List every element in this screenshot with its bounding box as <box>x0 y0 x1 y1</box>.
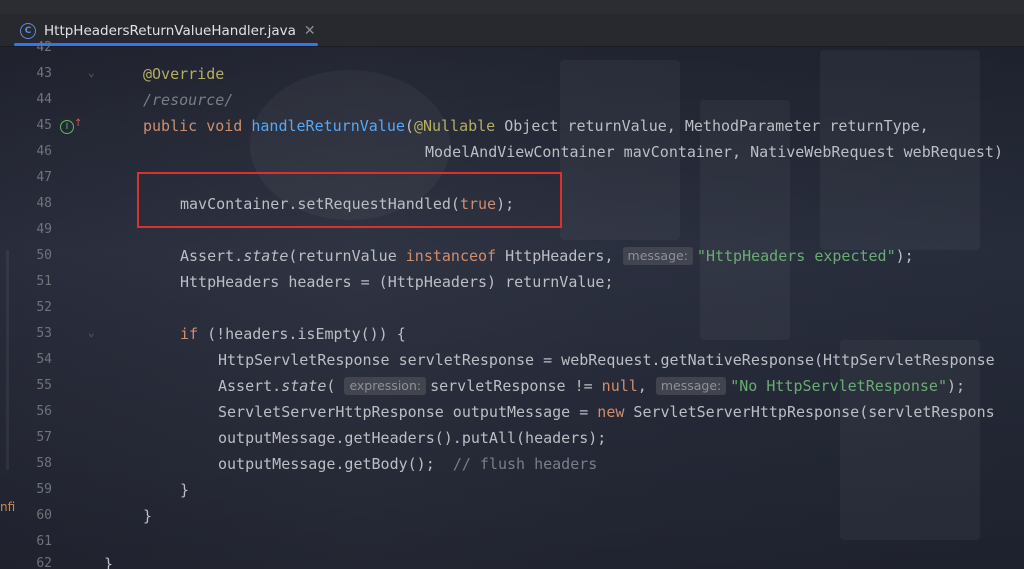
code-text: HttpHeaders headers = (HttpHeaders) retu… <box>180 273 614 291</box>
code-text: } <box>104 555 114 569</box>
code-text: /resource/ <box>143 91 234 109</box>
line-number: 42 <box>36 40 52 55</box>
code-text: ServletServerHttpResponse outputMessage … <box>218 403 995 421</box>
code-line[interactable]: 52 <box>0 296 1024 322</box>
code-line[interactable]: 62 } <box>0 552 1024 569</box>
line-number: 55 <box>36 378 52 393</box>
code-text: Assert.state( expression: servletResponse… <box>218 377 966 395</box>
line-number: 50 <box>36 248 52 263</box>
override-gutter-icon[interactable]: I ↑ <box>60 118 82 134</box>
code-line[interactable]: 44 /resource/ <box>0 88 1024 114</box>
line-number: 60 <box>36 508 52 523</box>
line-number: 48 <box>36 196 52 211</box>
line-number: 46 <box>36 144 52 159</box>
code-text: public void handleReturnValue(@Nullable … <box>143 117 929 135</box>
line-number: 47 <box>36 170 52 185</box>
line-number: 62 <box>36 556 52 569</box>
line-number: 52 <box>36 300 52 315</box>
line-number: 61 <box>36 534 52 549</box>
code-line[interactable]: 45 I ↑ public void handleReturnValue(@Nul… <box>0 114 1024 140</box>
fold-icon[interactable]: ⌄ <box>88 66 95 79</box>
code-line[interactable]: 56 ServletServerHttpResponse outputMessa… <box>0 400 1024 426</box>
line-number: 57 <box>36 430 52 445</box>
code-text: HttpServletResponse servletResponse = we… <box>218 351 995 369</box>
code-line[interactable]: 43 ⌄ @Override <box>0 62 1024 88</box>
code-line[interactable]: 50 Assert.state(returnValue instanceof H… <box>0 244 1024 270</box>
line-number: 58 <box>36 456 52 471</box>
code-text: Assert.state(returnValue instanceof Http… <box>180 247 914 265</box>
code-text: outputMessage.getBody(); // flush header… <box>218 455 598 473</box>
line-number: 44 <box>36 92 52 107</box>
code-line[interactable]: 54 HttpServletResponse servletResponse =… <box>0 348 1024 374</box>
inlay-hint: expression: <box>344 377 427 395</box>
code-text: outputMessage.getHeaders().putAll(header… <box>218 429 607 447</box>
line-number: 45 <box>36 118 52 133</box>
line-number: 53 <box>36 326 52 341</box>
line-number: 49 <box>36 222 52 237</box>
code-line[interactable]: 60 } <box>0 504 1024 530</box>
code-text: ModelAndViewContainer mavContainer, Nati… <box>425 143 1003 161</box>
code-line[interactable]: 55 Assert.state( expression: servletRespo… <box>0 374 1024 400</box>
line-number: 56 <box>36 404 52 419</box>
code-line[interactable]: 51 HttpHeaders headers = (HttpHeaders) r… <box>0 270 1024 296</box>
inlay-hint: message: <box>655 377 727 395</box>
line-number: 54 <box>36 352 52 367</box>
fold-icon[interactable]: ⌄ <box>88 326 95 339</box>
code-text: if (!headers.isEmpty()) { <box>180 325 406 343</box>
line-number: 43 <box>36 66 52 81</box>
line-number: 59 <box>36 482 52 497</box>
code-line[interactable]: 57 outputMessage.getHeaders().putAll(hea… <box>0 426 1024 452</box>
highlight-box <box>137 172 562 228</box>
code-line[interactable]: 58 outputMessage.getBody(); // flush hea… <box>0 452 1024 478</box>
title-strip <box>0 0 1024 14</box>
code-line[interactable]: 46 ModelAndViewContainer mavContainer, N… <box>0 140 1024 166</box>
code-text: } <box>143 507 153 525</box>
line-number: 51 <box>36 274 52 289</box>
inlay-hint: message: <box>622 247 693 265</box>
code-text: } <box>180 481 190 499</box>
code-line[interactable]: 53 ⌄ if (!headers.isEmpty()) { <box>0 322 1024 348</box>
code-text: @Override <box>143 65 225 83</box>
code-line[interactable]: 59 } <box>0 478 1024 504</box>
code-line[interactable]: 42 <box>0 36 1024 62</box>
